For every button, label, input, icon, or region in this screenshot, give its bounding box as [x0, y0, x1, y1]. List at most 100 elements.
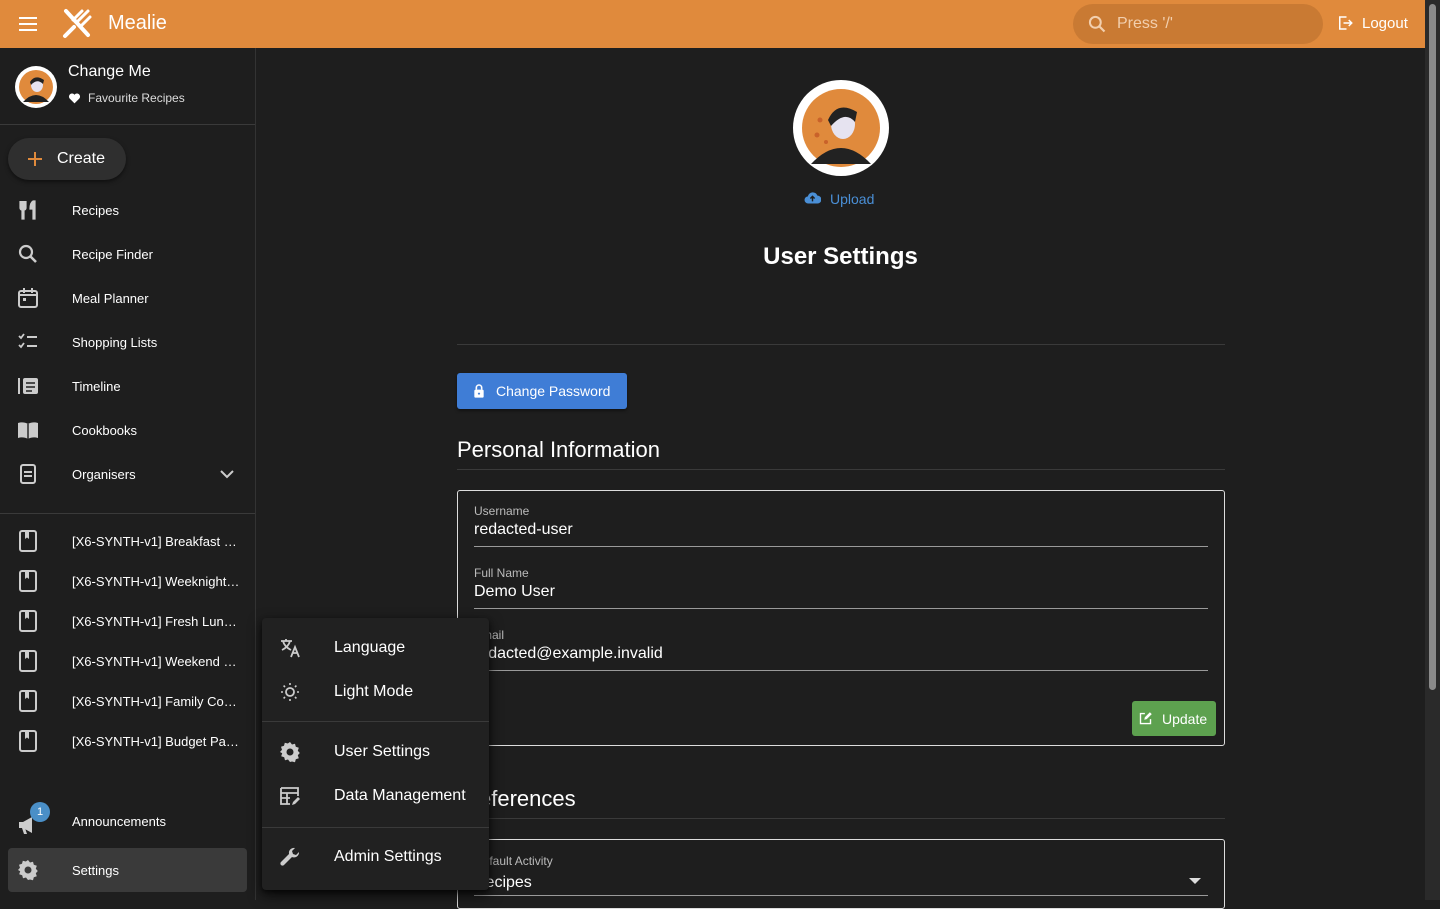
sidebar-cookbook-item[interactable]: [X6-SYNTH-v1] Breakfast Favourites	[0, 519, 255, 563]
menu-item-label: User Settings	[334, 743, 431, 760]
cookbook-label: [X6-SYNTH-v1] Weekend Baking	[72, 653, 242, 669]
top-app-bar: Mealie Logout	[0, 0, 1425, 48]
create-button[interactable]: Create	[8, 138, 126, 180]
cookbook-label: [X6-SYNTH-v1] Weeknight Dinners	[72, 573, 242, 589]
sidebar-item-label: Recipe Finder	[72, 246, 153, 262]
logout-button[interactable]: Logout	[1336, 14, 1408, 32]
section-divider	[457, 818, 1225, 819]
cookbook-label: [X6-SYNTH-v1] Budget Pantry Meals	[72, 733, 242, 749]
sidebar-item-label: Announcements	[72, 813, 166, 829]
bookmark-book-icon	[19, 610, 37, 632]
section-divider	[457, 469, 1225, 470]
cookbook-label: [X6-SYNTH-v1] Family Comfort Food	[72, 693, 242, 709]
full-name-label: Full Name	[474, 566, 529, 580]
sidebar-item-label: Shopping Lists	[72, 334, 158, 350]
gear-icon	[18, 860, 38, 881]
update-label: Update	[1162, 710, 1208, 727]
sidebar-item-label: Recipes	[72, 202, 119, 218]
menu-item-data-management[interactable]: Data Management	[262, 774, 489, 818]
sidebar-divider	[0, 513, 255, 514]
bookmark-book-icon	[19, 730, 37, 752]
bookmark-book-icon	[19, 570, 37, 592]
sidebar-item-settings[interactable]: Settings	[8, 848, 247, 892]
upload-label: Upload	[830, 190, 875, 207]
sidebar-item-label: Organisers	[72, 466, 136, 482]
scrollbar[interactable]	[1425, 0, 1440, 900]
sidebar-item-announcements[interactable]: 1 Announcements	[0, 799, 255, 843]
menu-item-user-settings[interactable]: User Settings	[262, 730, 489, 774]
sidebar-cookbook-item[interactable]: [X6-SYNTH-v1] Weeknight Dinners	[0, 559, 255, 603]
menu-divider	[262, 827, 489, 828]
full-name-field[interactable]: Full Name	[474, 553, 1208, 609]
search-input[interactable]	[1117, 15, 1307, 33]
edit-icon	[1139, 712, 1152, 725]
sidebar-item-timeline[interactable]: Timeline	[0, 364, 255, 408]
email-field[interactable]: Email	[474, 615, 1208, 671]
sidebar-item-cookbooks[interactable]: Cookbooks	[0, 408, 255, 452]
table-edit-icon	[280, 787, 300, 805]
username-field[interactable]: Username	[474, 491, 1208, 547]
change-password-label: Change Password	[496, 383, 611, 399]
folder-icon	[20, 464, 36, 484]
hamburger-menu-icon[interactable]	[16, 12, 40, 36]
sidebar-item-shopping-lists[interactable]: Shopping Lists	[0, 320, 255, 364]
create-label: Create	[57, 150, 106, 167]
plus-icon	[28, 152, 42, 166]
update-button[interactable]: Update	[1132, 701, 1216, 736]
favourite-recipes-link[interactable]: Favourite Recipes	[68, 91, 185, 105]
sidebar-item-label: Meal Planner	[72, 290, 149, 306]
menu-item-label: Data Management	[334, 787, 466, 804]
mealie-logo-icon[interactable]	[60, 7, 94, 41]
email-input[interactable]	[474, 645, 1208, 663]
sidebar-item-organisers[interactable]: Organisers	[0, 452, 255, 496]
avatar[interactable]	[793, 80, 889, 176]
book-open-icon	[18, 422, 38, 439]
sidebar-cookbook-item[interactable]: [X6-SYNTH-v1] Family Comfort Food	[0, 679, 255, 723]
avatar[interactable]	[15, 66, 57, 108]
logout-icon	[1339, 16, 1353, 30]
sidebar-cookbook-item[interactable]: [X6-SYNTH-v1] Fresh Lunches	[0, 599, 255, 643]
menu-item-label: Admin Settings	[334, 848, 442, 865]
bookmark-book-icon	[19, 690, 37, 712]
username-label: Username	[474, 504, 530, 518]
menu-item-language[interactable]: Language	[262, 626, 489, 670]
personal-information-heading: Personal Information	[457, 437, 660, 462]
sidebar-cookbook-item[interactable]: [X6-SYNTH-v1] Weekend Baking	[0, 639, 255, 683]
menu-item-admin-settings[interactable]: Admin Settings	[262, 835, 489, 879]
announcements-badge: 1	[30, 802, 50, 822]
fork-knife-icon	[19, 200, 36, 220]
sidebar-item-recipes[interactable]: Recipes	[0, 188, 255, 232]
bookmark-book-icon	[19, 650, 37, 672]
full-name-input[interactable]	[474, 583, 1208, 601]
lock-icon	[474, 384, 484, 398]
cookbook-label: [X6-SYNTH-v1] Breakfast Favourites	[72, 533, 242, 549]
caret-down-icon	[1189, 878, 1201, 884]
sidebar-item-label: Settings	[72, 862, 119, 878]
upload-avatar-button[interactable]: Upload	[804, 190, 874, 207]
menu-item-light-mode[interactable]: Light Mode	[262, 670, 489, 714]
heart-icon	[68, 93, 81, 103]
sidebar-item-label: Cookbooks	[72, 422, 138, 438]
scrollbar-thumb[interactable]	[1429, 4, 1436, 690]
timeline-icon	[18, 378, 38, 394]
sun-icon	[281, 683, 299, 701]
bookmark-book-icon	[19, 530, 37, 552]
page-title: User Settings	[763, 243, 918, 270]
calendar-icon	[18, 288, 38, 308]
default-activity-select[interactable]: Default Activity Recipes	[474, 840, 1208, 896]
sidebar-item-meal-planner[interactable]: Meal Planner	[0, 276, 255, 320]
username-input[interactable]	[474, 521, 1208, 539]
search-icon	[18, 244, 37, 263]
app-title[interactable]: Mealie	[108, 12, 167, 35]
sidebar-cookbook-item[interactable]: [X6-SYNTH-v1] Budget Pantry Meals	[0, 719, 255, 763]
search-bar[interactable]	[1073, 4, 1323, 44]
settings-menu: Language Light Mode User Settings Data M…	[262, 618, 489, 890]
translate-icon	[281, 639, 300, 658]
chevron-down-icon[interactable]	[218, 465, 236, 483]
change-password-button[interactable]: Change Password	[457, 373, 627, 409]
gear-icon	[280, 742, 300, 763]
menu-item-label: Light Mode	[334, 683, 414, 700]
sidebar-item-recipe-finder[interactable]: Recipe Finder	[0, 232, 255, 276]
sidebar: Change Me Favourite Recipes Create Recip…	[0, 48, 256, 900]
sidebar-item-label: Timeline	[72, 378, 121, 394]
